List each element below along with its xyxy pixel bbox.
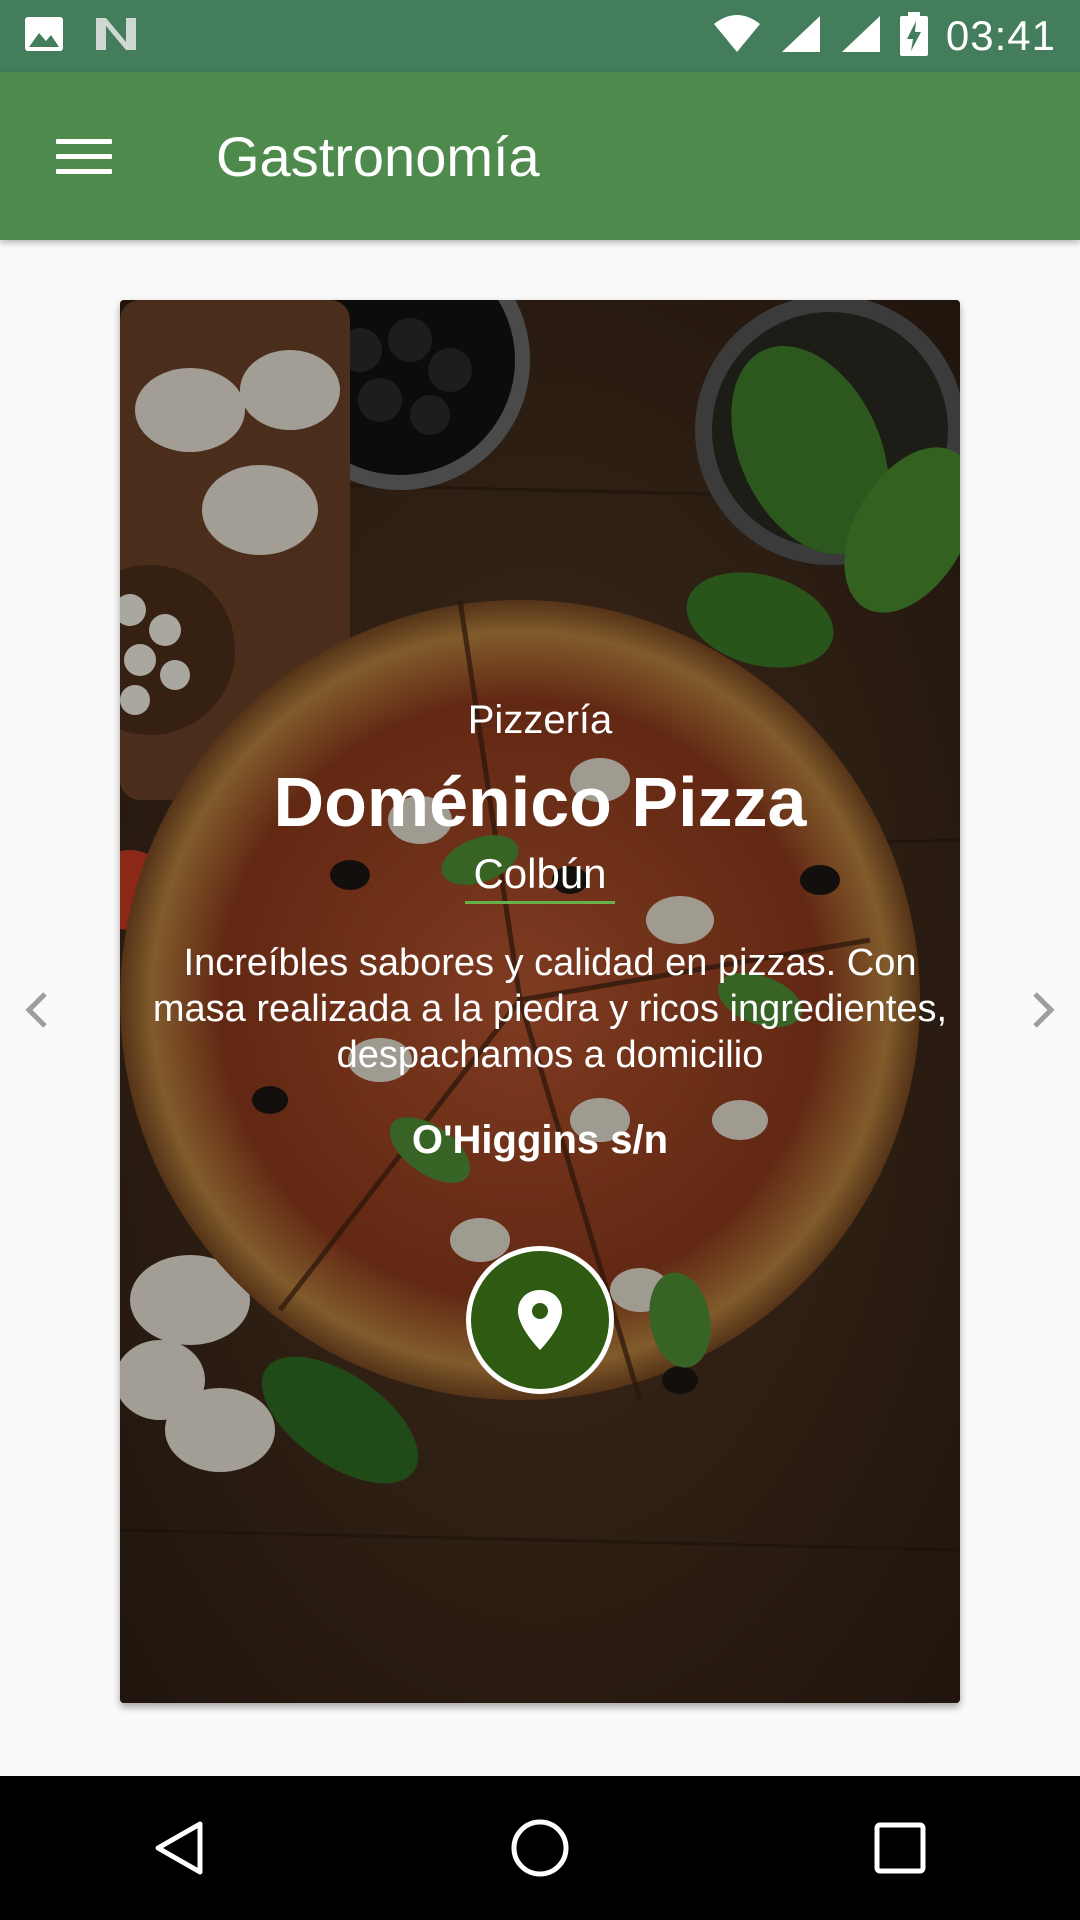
menu-button[interactable] [0, 72, 168, 240]
n-icon [94, 16, 138, 57]
restaurant-card[interactable]: Pizzería Doménico Pizza Colbún Increíble… [120, 300, 960, 1703]
carousel-prev-button[interactable] [6, 980, 66, 1040]
restaurant-name: Doménico Pizza [273, 763, 807, 841]
signal-icon [780, 14, 822, 59]
clock: 03:41 [945, 12, 1056, 59]
recents-button[interactable] [840, 1788, 960, 1908]
chevron-left-icon [25, 992, 47, 1028]
back-icon [155, 1821, 203, 1875]
restaurant-carousel[interactable]: Pizzería Doménico Pizza Colbún Increíble… [0, 240, 1080, 1776]
home-button[interactable] [480, 1788, 600, 1908]
map-location-button[interactable] [466, 1246, 614, 1394]
restaurant-description: Increíbles sabores y calidad en pizzas. … [152, 942, 948, 1076]
location-pin-icon [518, 1290, 562, 1350]
signal-icon [840, 14, 882, 59]
restaurant-category: Pizzería [467, 698, 613, 742]
wifi-icon [712, 14, 762, 59]
card-content: Pizzería Doménico Pizza Colbún Increíble… [120, 300, 960, 1703]
recents-icon [874, 1822, 926, 1874]
battery-charging-icon [899, 11, 928, 61]
app-bar: Gastronomía [0, 72, 1080, 240]
city-underline [465, 901, 615, 904]
image-icon [24, 16, 64, 57]
chevron-right-icon [1033, 992, 1055, 1028]
page-title: Gastronomía [216, 124, 540, 188]
menu-icon [56, 129, 112, 184]
back-button[interactable] [120, 1788, 240, 1908]
home-icon [511, 1819, 569, 1877]
status-bar: 03:41 [0, 0, 1080, 72]
carousel-next-button[interactable] [1014, 980, 1074, 1040]
restaurant-address: O'Higgins s/n [411, 1118, 669, 1162]
restaurant-city: Colbún [473, 850, 607, 897]
system-nav-bar [0, 1776, 1080, 1920]
